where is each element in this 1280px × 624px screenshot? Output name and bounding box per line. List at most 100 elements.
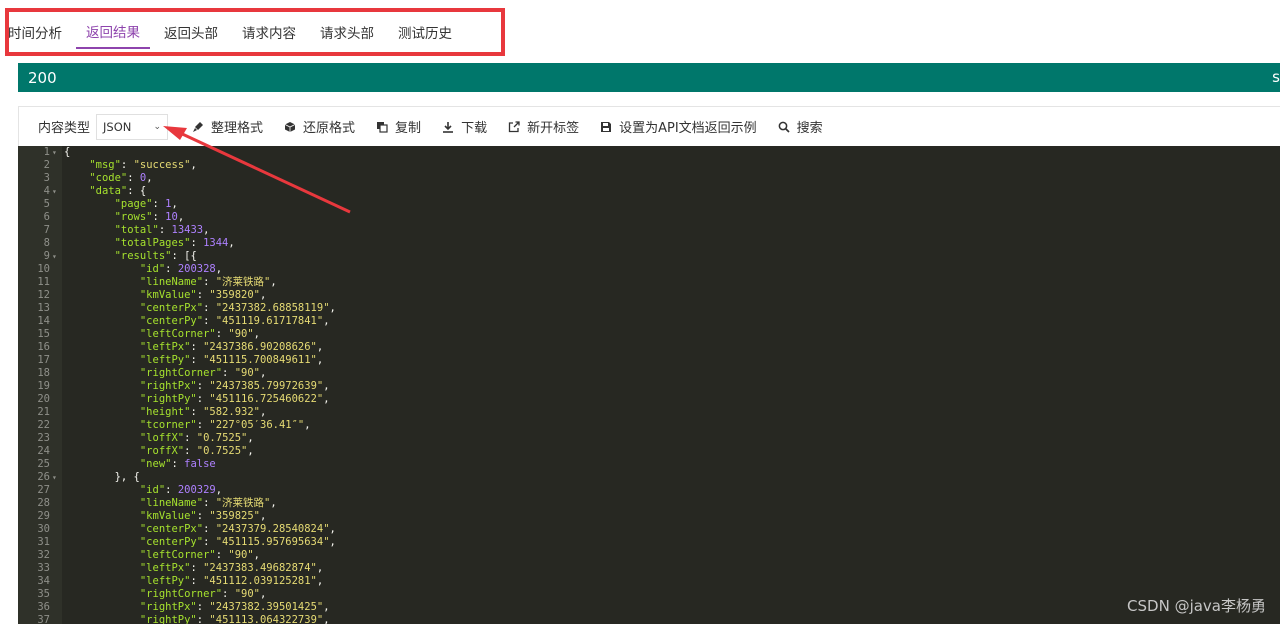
- format-button[interactable]: 整理格式: [190, 117, 263, 136]
- code-token: "leftCorner": [139, 328, 216, 340]
- code-text: "rightPx": "2437382.39501425",: [64, 601, 330, 614]
- fold-toggle-icon[interactable]: ▾: [52, 250, 57, 263]
- tab-request-headers[interactable]: 请求头部: [320, 18, 374, 48]
- code-line: 18 "rightCorner": "90",: [18, 367, 1280, 380]
- code-token: :: [203, 523, 216, 535]
- code-token: ,: [323, 380, 330, 392]
- code-token: :: [196, 510, 210, 522]
- code-token: "centerPx": [139, 302, 204, 314]
- copy-button[interactable]: 复制: [374, 117, 421, 136]
- code-token: ,: [146, 172, 153, 184]
- tab-request-body[interactable]: 请求内容: [242, 18, 296, 48]
- code-token: "451115.957695634": [215, 536, 330, 548]
- code-token: "rightPx": [139, 601, 197, 613]
- download-button[interactable]: 下载: [440, 117, 487, 136]
- code-token: ,: [329, 536, 336, 548]
- code-token: ,: [323, 315, 330, 327]
- code-text: "kmValue": "359825",: [64, 510, 266, 523]
- code-token: "济莱铁路": [215, 276, 271, 288]
- code-token: "code": [89, 172, 128, 184]
- search-button[interactable]: 搜索: [776, 117, 823, 136]
- code-content: 1 ▾{2 "msg": "success", 3 "code": 0, 4 ▾ "da…: [18, 146, 1280, 624]
- set-api-example-button[interactable]: 设置为API文档返回示例: [598, 117, 757, 136]
- response-tabs: 时间分析 返回结果 返回头部 请求内容 请求头部 测试历史: [0, 8, 500, 58]
- code-text: "leftPy": "451115.700849611",: [64, 354, 323, 367]
- code-text: "rightPy": "451116.725460622",: [64, 393, 330, 406]
- set-api-example-label: 设置为API文档返回示例: [619, 121, 757, 136]
- tab-response-result[interactable]: 返回结果: [76, 17, 150, 49]
- line-number: 28: [37, 497, 50, 509]
- code-token: false: [184, 458, 216, 470]
- fold-toggle-icon[interactable]: ▾: [52, 471, 57, 484]
- code-token: ,: [329, 523, 336, 535]
- line-number: 7: [43, 224, 50, 236]
- tab-test-history[interactable]: 测试历史: [398, 18, 452, 48]
- code-token: :: [152, 198, 166, 210]
- code-token: "kmValue": [139, 289, 197, 301]
- code-line: 8 "totalPages": 1344,: [18, 237, 1280, 250]
- line-number: 15: [37, 328, 50, 340]
- code-token: 13433: [171, 224, 204, 236]
- code-text: {: [64, 146, 70, 159]
- tab-response-headers[interactable]: 返回头部: [164, 18, 218, 48]
- code-token: :: [203, 315, 216, 327]
- code-token: :: [184, 432, 197, 444]
- content-type-select[interactable]: JSON ⌄: [96, 113, 169, 140]
- line-number: 12: [37, 289, 50, 301]
- code-token: "total": [114, 224, 159, 236]
- code-editor[interactable]: 1 ▾{2 "msg": "success", 3 "code": 0, 4 ▾ "da…: [18, 146, 1280, 624]
- line-number: 4: [43, 185, 50, 197]
- code-token: "rightPy": [139, 614, 197, 624]
- code-text: "msg": "success",: [64, 159, 197, 172]
- new-tab-button[interactable]: 新开标签: [506, 117, 579, 136]
- code-token: "0.7525": [196, 445, 248, 457]
- code-token: :: [127, 172, 140, 184]
- download-label: 下载: [461, 121, 488, 136]
- restore-button[interactable]: 还原格式: [282, 117, 355, 136]
- line-number: 16: [37, 341, 50, 353]
- line-number: 8: [43, 237, 50, 249]
- code-token: :: [190, 406, 204, 418]
- code-token: "centerPx": [139, 523, 204, 535]
- code-token: ,: [253, 549, 260, 561]
- code-line: 12 "kmValue": "359820",: [18, 289, 1280, 302]
- code-token: "451115.700849611": [203, 354, 317, 366]
- code-token: "451112.039125281": [203, 575, 317, 587]
- code-line: 35 "rightCorner": "90",: [18, 588, 1280, 601]
- line-number: 14: [37, 315, 50, 327]
- code-token: "227°05′36.41″": [209, 419, 305, 431]
- code-token: "leftCorner": [139, 549, 216, 561]
- code-line: 21 "height": "582.932",: [18, 406, 1280, 419]
- line-number: 36: [37, 601, 50, 613]
- code-token: ,: [215, 484, 223, 496]
- code-token: ,: [215, 263, 223, 275]
- code-line: 13 "centerPx": "2437382.68858119",: [18, 302, 1280, 315]
- code-token: :: [196, 380, 210, 392]
- line-number: 33: [37, 562, 50, 574]
- code-token: "2437383.49682874": [203, 562, 317, 574]
- tab-time-analysis[interactable]: 时间分析: [8, 18, 62, 48]
- code-token: ,: [260, 367, 267, 379]
- code-token: ,: [171, 198, 178, 210]
- save-icon: [598, 120, 614, 134]
- code-line: 22 "tcorner": "227°05′36.41″",: [18, 419, 1280, 432]
- restore-label: 还原格式: [303, 121, 356, 136]
- code-token: "totalPages": [114, 237, 191, 249]
- code-text: "rightCorner": "90",: [64, 367, 266, 380]
- code-token: "leftPx": [139, 562, 191, 574]
- fold-toggle-icon[interactable]: ▾: [52, 146, 57, 159]
- code-token: :: [196, 289, 210, 301]
- status-bar: 200 s: [18, 63, 1280, 92]
- fold-toggle-icon[interactable]: ▾: [52, 185, 57, 198]
- code-line: 37 "rightPy": "451113.064322739",: [18, 614, 1280, 624]
- content-type-value: JSON: [103, 119, 132, 134]
